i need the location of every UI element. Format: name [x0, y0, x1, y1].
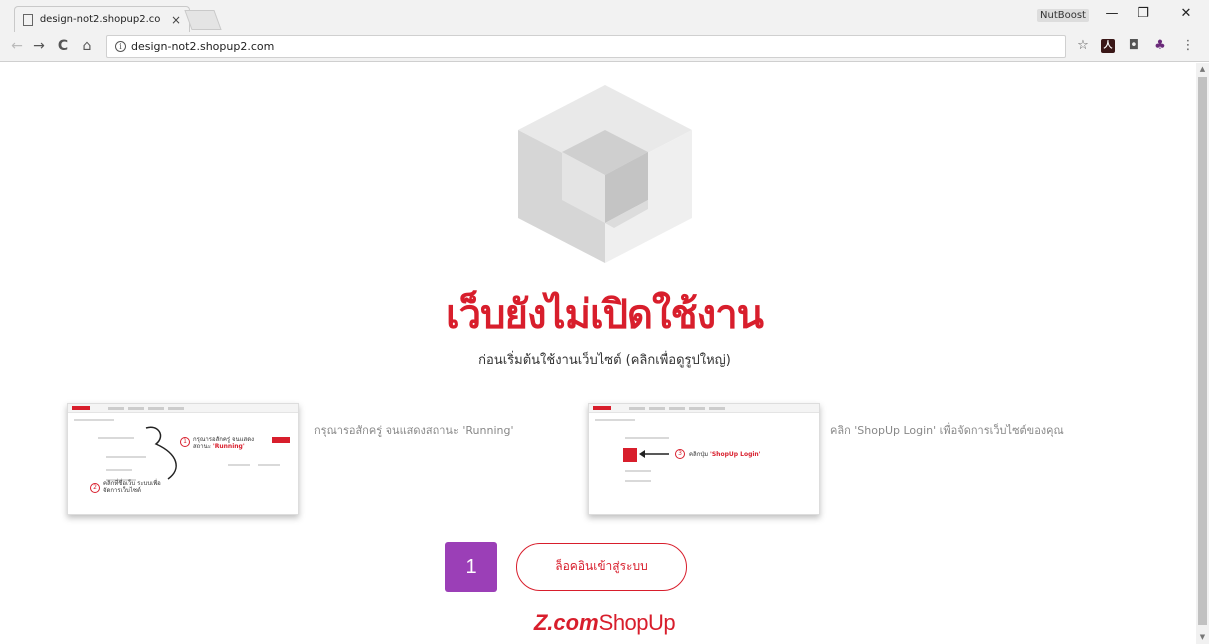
step-thumbnail-login[interactable]: 3 คลิกปุ่ม 'ShopUp Login'	[588, 403, 820, 515]
arrow-icon	[145, 426, 177, 480]
page-icon	[23, 13, 33, 26]
info-icon[interactable]: i	[115, 41, 126, 52]
brand-zcom: Z.com	[533, 610, 599, 635]
page-subhead: ก่อนเริ่มต้นใช้งานเว็บไซต์ (คลิกเพื่อดูร…	[478, 353, 731, 368]
step-text-running: กรุณารอสักครู่ จนแสดงสถานะ 'Running'	[314, 424, 514, 437]
pdf-extension-icon[interactable]: 人	[1101, 39, 1115, 53]
home-icon[interactable]: ⌂	[78, 38, 96, 54]
back-arrow-icon[interactable]: ←	[8, 38, 26, 54]
callout-note-2: คลิกที่ชื่อเว็บ ระบบเพื่อจัดการเว็บไซต์	[103, 480, 161, 494]
browser-tab[interactable]: design-not2.shopup2.co ×	[14, 6, 190, 32]
reload-icon[interactable]: C	[54, 38, 72, 54]
callout-circle-1: 1	[180, 437, 190, 447]
menu-icon[interactable]: ⋮	[1181, 39, 1195, 53]
address-bar[interactable]: i design-not2.shopup2.com	[106, 35, 1066, 58]
minimize-button[interactable]: —	[1102, 6, 1122, 21]
step-text-login: คลิก 'ShopUp Login' เพื่อจัดการเว็บไซต์ข…	[830, 424, 1064, 437]
callout-note-1: กรุณารอสักครู่ จนแสดงสถานะ 'Running'	[193, 436, 255, 450]
tab-title: design-not2.shopup2.co	[39, 14, 161, 25]
extension-icon[interactable]: ♣	[1153, 39, 1167, 53]
close-window-button[interactable]: ✕	[1176, 6, 1196, 21]
callout-circle-2: 2	[90, 483, 100, 493]
star-icon[interactable]: ☆	[1076, 39, 1090, 53]
restore-button[interactable]: ❐	[1133, 6, 1153, 21]
title-bar: design-not2.shopup2.co × NutBoost — ❐ ✕	[0, 0, 1209, 32]
new-tab-button[interactable]	[184, 10, 222, 30]
callout-note-3: คลิกปุ่ม 'ShopUp Login'	[689, 451, 761, 458]
profile-badge[interactable]: NutBoost	[1037, 9, 1089, 22]
brand-shopup: ShopUp	[598, 610, 676, 635]
step-number-badge: 1	[445, 542, 497, 592]
cube-illustration	[518, 85, 692, 263]
login-button[interactable]: ล็อคอินเข้าสู่ระบบ	[516, 543, 687, 591]
callout-circle-3: 3	[675, 449, 685, 459]
tab-close-icon[interactable]: ×	[171, 13, 181, 27]
arrow-icon	[639, 450, 669, 458]
camera-icon[interactable]: ◘	[1127, 39, 1141, 53]
forward-arrow-icon[interactable]: →	[30, 38, 48, 54]
url-text[interactable]: design-not2.shopup2.com	[131, 40, 274, 53]
brand-logo: Z.comShopUp	[0, 610, 1209, 636]
page-headline: เว็บยังไม่เปิดใช้งาน	[445, 292, 764, 338]
scroll-up-icon[interactable]: ▲	[1198, 65, 1207, 73]
step-thumbnail-running[interactable]: 1 กรุณารอสักครู่ จนแสดงสถานะ 'Running' 2…	[67, 403, 299, 515]
browser-toolbar: ← → C ⌂ i design-not2.shopup2.com ☆ 人 ◘ …	[0, 32, 1209, 62]
